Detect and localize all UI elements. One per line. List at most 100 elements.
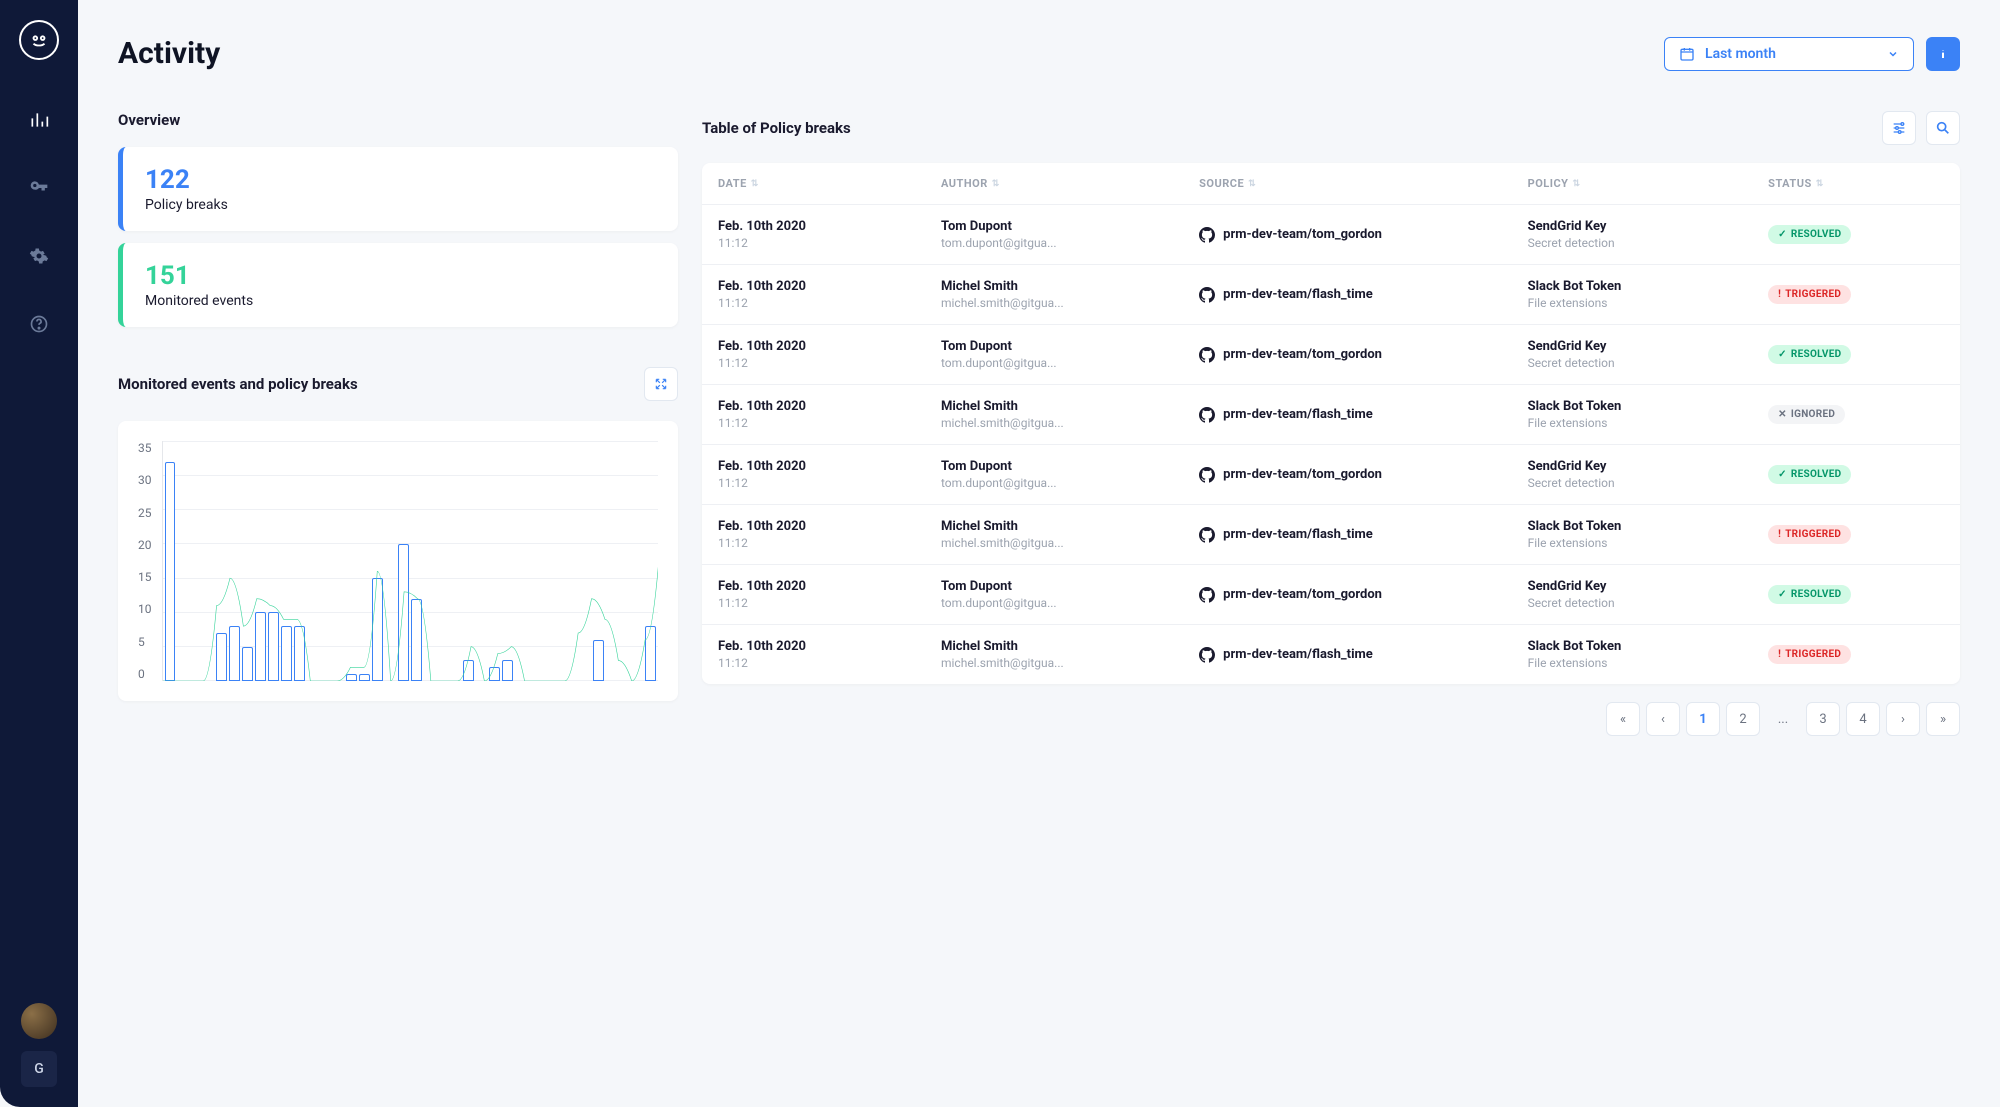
row-source: prm-dev-team/flash_time bbox=[1199, 407, 1515, 423]
row-email: michel.smith@gitgua... bbox=[941, 656, 1081, 670]
y-tick: 35 bbox=[138, 441, 152, 455]
row-policy: SendGrid Key bbox=[1528, 459, 1757, 474]
page-prev[interactable]: ‹ bbox=[1646, 702, 1680, 736]
row-source: prm-dev-team/tom_gordon bbox=[1199, 227, 1515, 243]
row-category: Secret detection bbox=[1528, 356, 1668, 370]
row-date: Feb. 10th 2020 bbox=[718, 639, 929, 654]
stat-card: 151 Monitored events bbox=[118, 243, 678, 327]
expand-chart-button[interactable] bbox=[644, 367, 678, 401]
page-first[interactable]: « bbox=[1606, 702, 1640, 736]
table-row[interactable]: Feb. 10th 2020 11:12 Michel Smith michel.s… bbox=[702, 264, 1960, 324]
github-icon bbox=[1199, 287, 1215, 303]
row-category: File extensions bbox=[1528, 656, 1668, 670]
row-date: Feb. 10th 2020 bbox=[718, 519, 929, 534]
nav-settings[interactable] bbox=[19, 236, 59, 276]
row-email: michel.smith@gitgua... bbox=[941, 296, 1081, 310]
row-email: michel.smith@gitgua... bbox=[941, 536, 1081, 550]
table-row[interactable]: Feb. 10th 202011:12 Michel Smithmichel.s… bbox=[702, 384, 1960, 444]
y-tick: 30 bbox=[138, 473, 152, 487]
sort-icon: ⇅ bbox=[751, 179, 759, 189]
expand-icon bbox=[654, 377, 668, 391]
line-series bbox=[163, 564, 659, 681]
status-icon: ! bbox=[1778, 529, 1781, 540]
chart-card: 35302520151050 bbox=[118, 421, 678, 701]
stat-label: Policy breaks bbox=[145, 197, 656, 213]
sort-icon: ⇅ bbox=[1572, 179, 1580, 189]
row-author: Tom Dupont bbox=[941, 579, 1187, 594]
status-badge: ✓ RESOLVED bbox=[1768, 585, 1851, 604]
y-tick: 20 bbox=[138, 538, 152, 552]
status-badge: ! TRIGGERED bbox=[1768, 285, 1851, 304]
row-author: Michel Smith bbox=[941, 279, 1187, 294]
chevron-down-icon bbox=[1887, 48, 1899, 60]
nav-keys[interactable] bbox=[19, 168, 59, 208]
y-tick: 5 bbox=[138, 635, 152, 649]
status-icon: ! bbox=[1778, 649, 1781, 660]
row-author: Tom Dupont bbox=[941, 219, 1187, 234]
page-number[interactable]: 3 bbox=[1806, 702, 1840, 736]
y-tick: 10 bbox=[138, 602, 152, 616]
row-author: Michel Smith bbox=[941, 639, 1187, 654]
info-button[interactable] bbox=[1926, 37, 1960, 71]
policy-breaks-table: DATE⇅ AUTHOR⇅ SOURCE⇅ POLICY⇅ STATUS⇅ Feb. 1… bbox=[702, 163, 1960, 684]
status-icon: ! bbox=[1778, 289, 1781, 300]
row-source: prm-dev-team/flash_time bbox=[1199, 287, 1515, 303]
page-number[interactable]: 2 bbox=[1726, 702, 1760, 736]
row-policy: Slack Bot Token bbox=[1528, 519, 1757, 534]
stat-label: Monitored events bbox=[145, 293, 656, 309]
column-header[interactable]: POLICY⇅ bbox=[1528, 177, 1757, 190]
github-icon bbox=[1199, 587, 1215, 603]
page-next[interactable]: › bbox=[1886, 702, 1920, 736]
row-date: Feb. 10th 2020 bbox=[718, 579, 929, 594]
row-email: tom.dupont@gitgua... bbox=[941, 236, 1081, 250]
row-source: prm-dev-team/tom_gordon bbox=[1199, 467, 1515, 483]
row-date: Feb. 10th 2020 bbox=[718, 219, 929, 234]
row-category: Secret detection bbox=[1528, 476, 1668, 490]
table-row[interactable]: Feb. 10th 202011:12 Tom Duponttom.dupont… bbox=[702, 564, 1960, 624]
status-badge: ✕ IGNORED bbox=[1768, 405, 1845, 424]
row-policy: Slack Bot Token bbox=[1528, 279, 1757, 294]
user-avatar[interactable] bbox=[21, 1003, 57, 1039]
page-last[interactable]: » bbox=[1926, 702, 1960, 736]
row-time: 11:12 bbox=[718, 236, 858, 250]
row-category: Secret detection bbox=[1528, 596, 1668, 610]
stat-value: 122 bbox=[145, 165, 656, 195]
github-icon bbox=[1199, 347, 1215, 363]
column-header[interactable]: DATE⇅ bbox=[718, 177, 929, 190]
table-search-button[interactable] bbox=[1926, 111, 1960, 145]
table-row[interactable]: Feb. 10th 202011:12 Michel Smithmichel.s… bbox=[702, 624, 1960, 684]
page-number[interactable]: 4 bbox=[1846, 702, 1880, 736]
pagination: «‹12...34›» bbox=[702, 702, 1960, 736]
table-settings-button[interactable] bbox=[1882, 111, 1916, 145]
page-ellipsis: ... bbox=[1766, 702, 1800, 736]
status-icon: ✕ bbox=[1778, 409, 1787, 420]
nav-help[interactable] bbox=[19, 304, 59, 344]
row-author: Tom Dupont bbox=[941, 459, 1187, 474]
row-policy: SendGrid Key bbox=[1528, 219, 1757, 234]
overview-title: Overview bbox=[118, 111, 678, 129]
row-source: prm-dev-team/tom_gordon bbox=[1199, 587, 1515, 603]
logo-icon bbox=[19, 20, 59, 60]
search-icon bbox=[1935, 120, 1951, 136]
time-range-select[interactable]: Last month bbox=[1664, 37, 1914, 71]
sort-icon: ⇅ bbox=[992, 179, 1000, 189]
row-time: 11:12 bbox=[718, 296, 858, 310]
chart-title: Monitored events and policy breaks bbox=[118, 375, 358, 393]
page-number[interactable]: 1 bbox=[1686, 702, 1720, 736]
github-icon bbox=[1199, 227, 1215, 243]
row-date: Feb. 10th 2020 bbox=[718, 279, 929, 294]
row-category: File extensions bbox=[1528, 296, 1668, 310]
y-tick: 25 bbox=[138, 506, 152, 520]
row-policy: SendGrid Key bbox=[1528, 339, 1757, 354]
table-row[interactable]: Feb. 10th 2020 11:12 Tom Dupont tom.dupont… bbox=[702, 204, 1960, 264]
table-row[interactable]: Feb. 10th 202011:12 Tom Duponttom.dupont… bbox=[702, 324, 1960, 384]
org-badge[interactable]: G bbox=[21, 1051, 57, 1087]
column-header[interactable]: SOURCE⇅ bbox=[1199, 177, 1515, 190]
table-row[interactable]: Feb. 10th 202011:12 Tom Duponttom.dupont… bbox=[702, 444, 1960, 504]
status-badge: ! TRIGGERED bbox=[1768, 645, 1851, 664]
row-source: prm-dev-team/flash_time bbox=[1199, 527, 1515, 543]
table-row[interactable]: Feb. 10th 202011:12 Michel Smithmichel.s… bbox=[702, 504, 1960, 564]
nav-activity[interactable] bbox=[19, 100, 59, 140]
column-header[interactable]: STATUS⇅ bbox=[1768, 177, 1944, 190]
column-header[interactable]: AUTHOR⇅ bbox=[941, 177, 1187, 190]
